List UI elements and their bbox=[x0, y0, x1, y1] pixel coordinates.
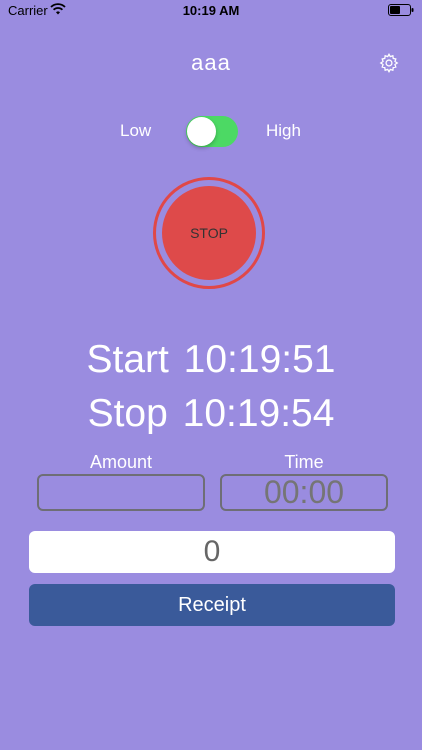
time-field[interactable] bbox=[220, 474, 388, 511]
mode-toggle-switch[interactable] bbox=[186, 116, 238, 147]
stop-button-ring: STOP bbox=[153, 177, 265, 289]
stop-button[interactable]: STOP bbox=[162, 186, 256, 280]
total-display: 0 bbox=[29, 531, 395, 573]
gear-icon[interactable] bbox=[378, 52, 400, 74]
low-label: Low bbox=[120, 121, 152, 140]
stop-time: Stop 10:19:54 bbox=[87, 392, 335, 435]
high-label: High bbox=[266, 121, 301, 140]
mode-toggle-row: Low High bbox=[0, 116, 422, 147]
receipt-button[interactable]: Receipt bbox=[29, 584, 395, 626]
status-bar: Carrier 10:19 AM bbox=[0, 0, 422, 22]
page-title: aaa bbox=[191, 50, 231, 75]
amount-field[interactable] bbox=[37, 474, 205, 511]
amount-label: Amount bbox=[89, 452, 153, 472]
battery-icon bbox=[388, 4, 414, 16]
start-time: Start 10:19:51 bbox=[86, 338, 336, 381]
time-label: Time bbox=[284, 452, 324, 472]
toggle-knob bbox=[187, 117, 216, 146]
status-clock: 10:19 AM bbox=[182, 3, 240, 18]
